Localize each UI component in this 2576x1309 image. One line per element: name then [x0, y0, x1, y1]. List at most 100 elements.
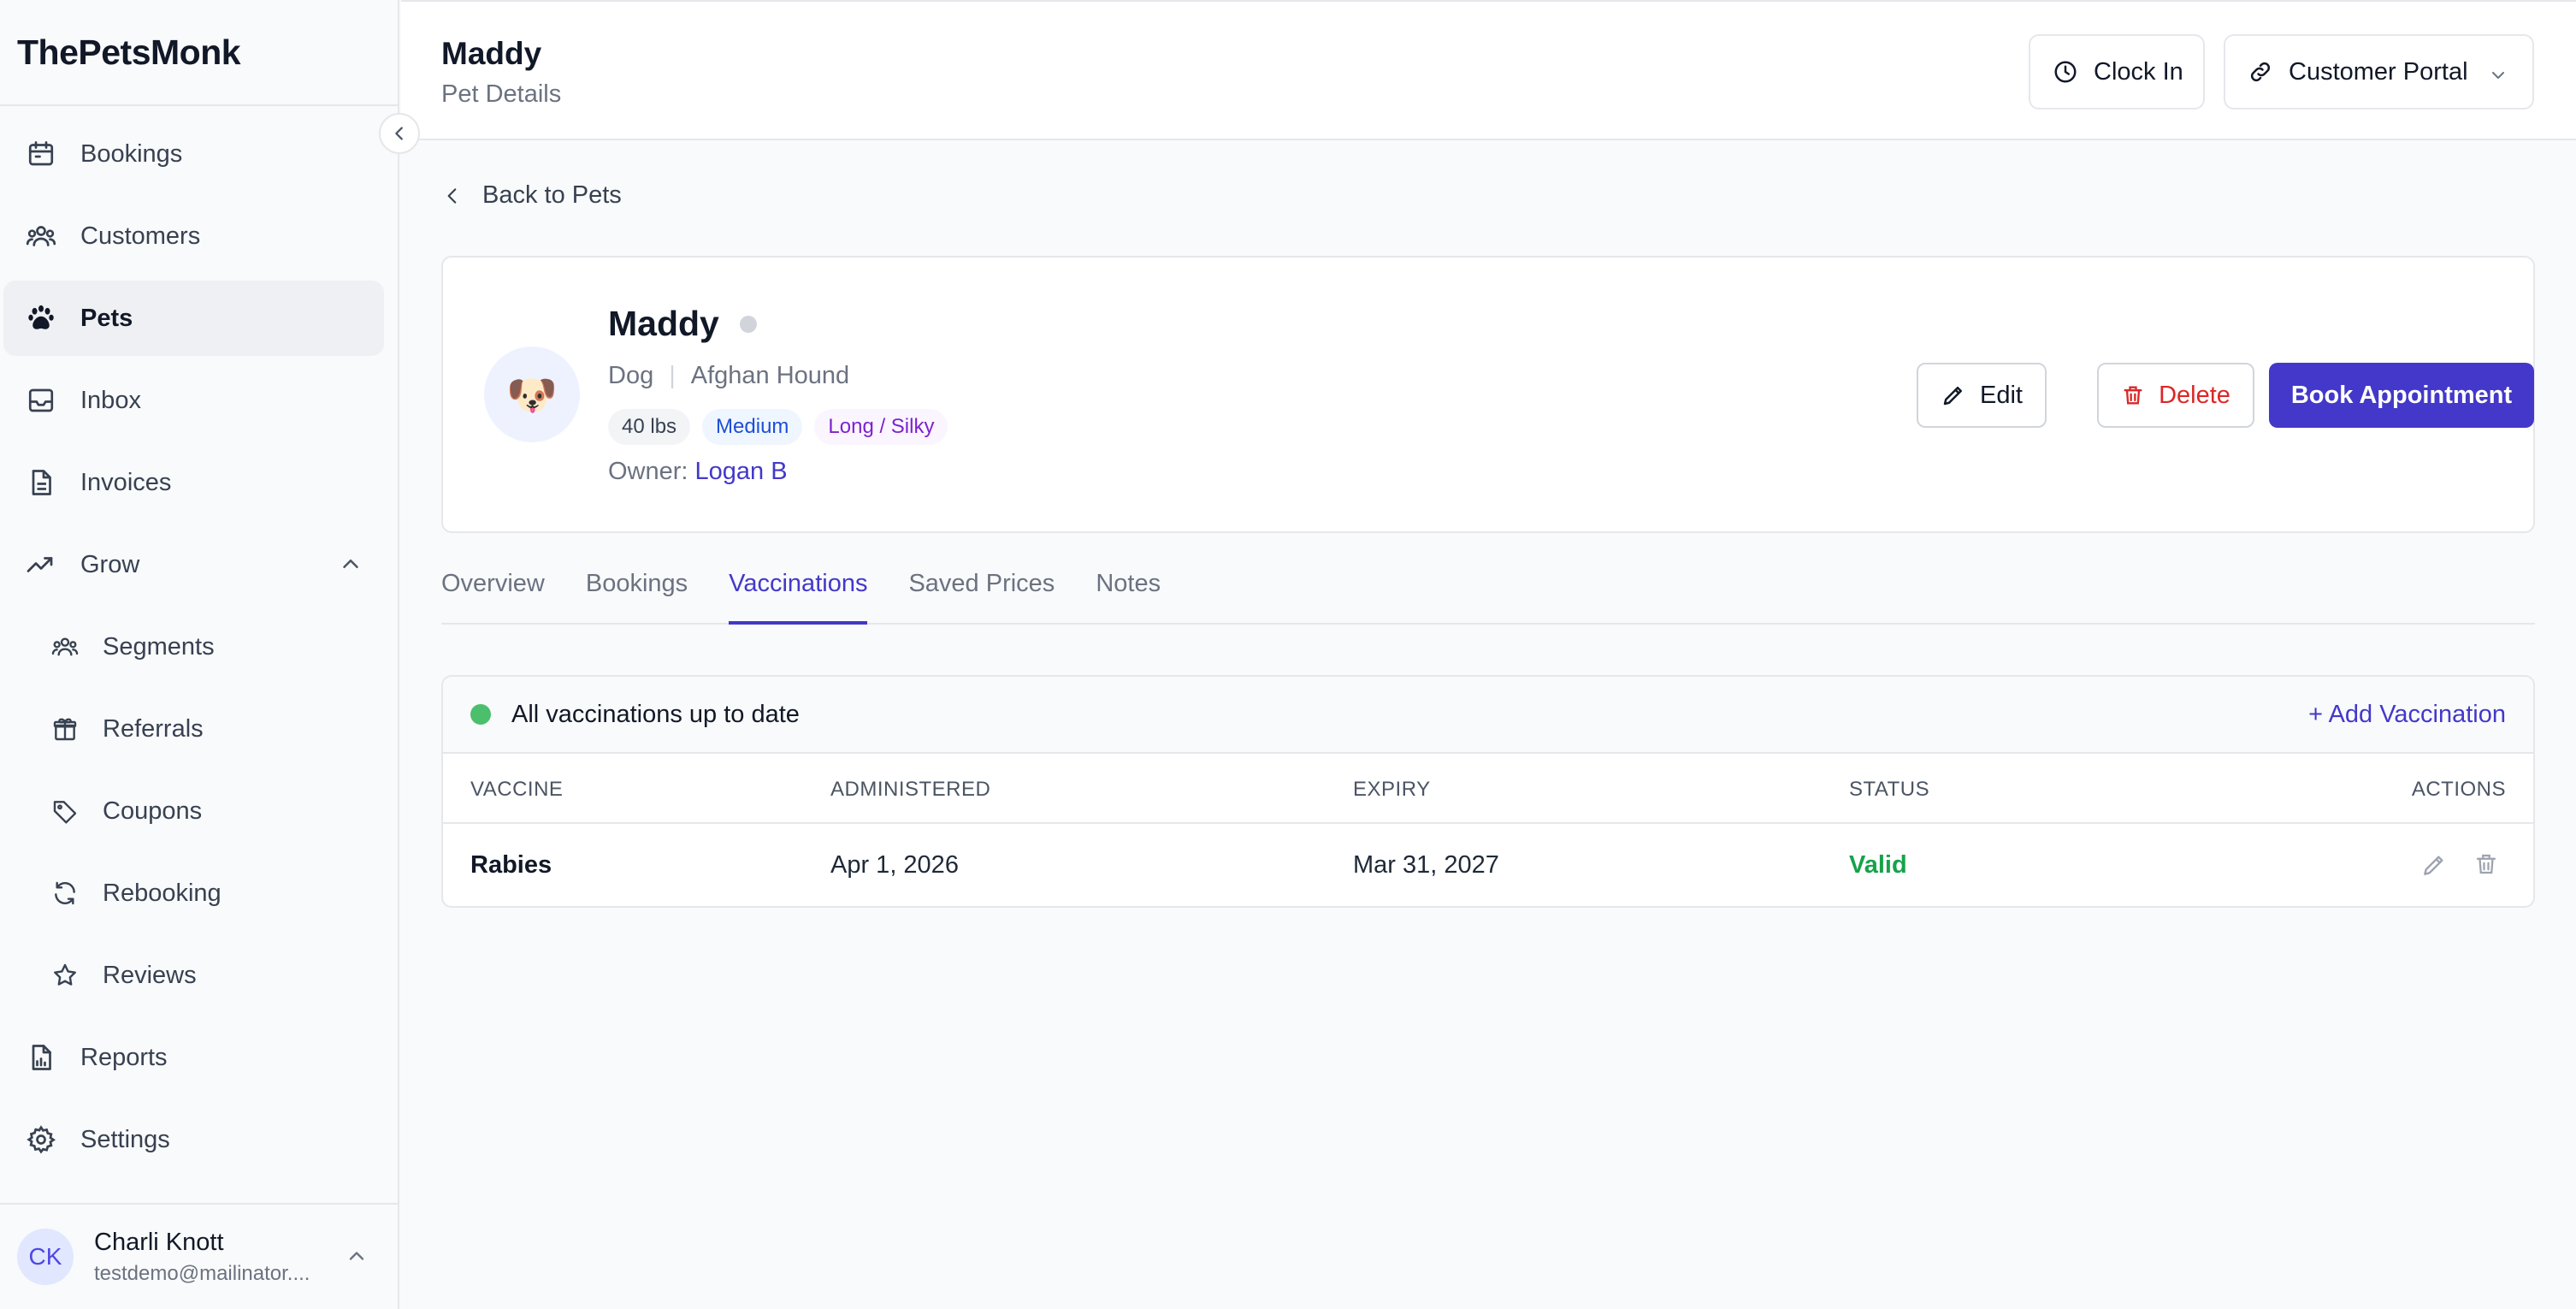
- delete-button[interactable]: Delete: [2097, 363, 2254, 428]
- chevron-down-icon: [2492, 72, 2504, 79]
- pet-summary-card: 🐶 Maddy Dog | Afghan Hound 40 lbs Medium…: [441, 256, 2535, 533]
- delete-row-trash-icon[interactable]: [2473, 851, 2499, 877]
- collapse-sidebar-button[interactable]: [379, 113, 420, 154]
- vaccinations-card: All vaccinations up to date + Add Vaccin…: [441, 675, 2535, 908]
- chevron-left-icon: [395, 127, 403, 140]
- file-icon: [32, 470, 51, 495]
- main-content: Back to Pets 🐶 Maddy Dog | Afghan Hound …: [401, 142, 2576, 1309]
- pet-species: Dog: [608, 362, 654, 389]
- column-header-expiry: EXPIRY: [1353, 778, 1431, 801]
- pet-attributes: 40 lbs Medium Long / Silky: [608, 409, 960, 445]
- weight-badge: 40 lbs: [608, 409, 691, 445]
- administered-date: Apr 1, 2026: [830, 851, 959, 879]
- customer-portal-label: Customer Portal: [2289, 57, 2468, 86]
- sidebar-item-rebooking[interactable]: Rebooking: [3, 856, 384, 931]
- gear-icon: [27, 1125, 56, 1154]
- pet-status-dot: [739, 315, 757, 333]
- column-header-status: STATUS: [1849, 778, 1930, 801]
- tag-icon: [53, 801, 77, 824]
- pet-owner: Owner: Logan B: [608, 458, 788, 486]
- tab-overview[interactable]: Overview: [441, 561, 545, 623]
- vaccine-name: Rabies: [470, 851, 552, 879]
- edit-row-pencil-icon[interactable]: [2420, 851, 2448, 879]
- vaccinations-header: All vaccinations up to date + Add Vaccin…: [443, 677, 2533, 754]
- link-icon: [2250, 62, 2271, 82]
- pet-name-text: Maddy: [608, 304, 719, 343]
- pet-meta: Dog | Afghan Hound: [608, 362, 849, 390]
- users-icon: [26, 226, 56, 246]
- trending-up-icon: [27, 557, 53, 572]
- user-menu[interactable]: CK Charli Knott testdemo@mailinator....: [0, 1203, 398, 1309]
- clock-in-button[interactable]: Clock In: [2029, 34, 2205, 110]
- clock-in-label: Clock In: [2094, 57, 2183, 86]
- sidebar-item-label: Customers: [80, 222, 201, 250]
- sidebar: ThePetsMonk Bookings Customers Pets Inbo…: [0, 0, 420, 1309]
- divider: |: [669, 362, 676, 389]
- vaccination-status-text: All vaccinations up to date: [511, 700, 800, 728]
- avatar: CK: [17, 1229, 74, 1285]
- sidebar-item-settings[interactable]: Settings: [3, 1102, 384, 1177]
- sidebar-item-segments[interactable]: Segments: [3, 609, 384, 684]
- sidebar-item-label: Coupons: [103, 797, 203, 825]
- tab-bookings[interactable]: Bookings: [586, 561, 688, 623]
- page-title: Maddy: [441, 36, 542, 71]
- users-icon: [51, 637, 79, 656]
- chevron-left-icon: [447, 187, 457, 204]
- pencil-icon: [1943, 387, 1962, 406]
- tab-saved-prices[interactable]: Saved Prices: [908, 561, 1055, 623]
- paw-icon: [28, 305, 54, 329]
- gift-icon: [53, 718, 77, 741]
- page-subtitle: Pet Details: [441, 80, 562, 108]
- sidebar-item-bookings[interactable]: Bookings: [3, 116, 384, 192]
- delete-label: Delete: [2159, 381, 2230, 409]
- sidebar-item-invoices[interactable]: Invoices: [3, 445, 384, 520]
- column-header-administered: ADMINISTERED: [830, 778, 991, 801]
- sidebar-item-pets[interactable]: Pets: [3, 281, 384, 356]
- user-name: Charli Knott: [94, 1228, 224, 1256]
- brand-logo[interactable]: ThePetsMonk: [0, 0, 398, 106]
- sidebar-item-label: Reports: [80, 1043, 168, 1071]
- add-vaccination-button[interactable]: + Add Vaccination: [2308, 701, 2506, 729]
- page-header: Maddy Pet Details Clock In Customer Port…: [401, 0, 2576, 140]
- chevron-up-icon: [343, 560, 358, 568]
- report-icon: [32, 1045, 51, 1070]
- sidebar-item-customers[interactable]: Customers: [3, 198, 384, 274]
- tab-vaccinations[interactable]: Vaccinations: [729, 561, 868, 625]
- sidebar-item-label: Grow: [80, 550, 140, 578]
- user-email: testdemo@mailinator....: [94, 1261, 310, 1285]
- sidebar-item-label: Rebooking: [103, 879, 222, 907]
- calendar-icon: [28, 141, 54, 166]
- pet-name: Maddy: [608, 304, 757, 344]
- sidebar-nav: Bookings Customers Pets Inbox Invoices G…: [0, 106, 398, 1177]
- sidebar-item-coupons[interactable]: Coupons: [3, 773, 384, 849]
- back-to-pets-link[interactable]: Back to Pets: [441, 181, 622, 210]
- sidebar-item-referrals[interactable]: Referrals: [3, 691, 384, 767]
- edit-label: Edit: [1980, 381, 2023, 409]
- table-header: VACCINE ADMINISTERED EXPIRY STATUS ACTIO…: [443, 754, 2533, 824]
- refresh-icon: [55, 881, 75, 905]
- sidebar-item-reports[interactable]: Reports: [3, 1020, 384, 1095]
- pet-tabs: Overview Bookings Vaccinations Saved Pri…: [441, 561, 2535, 625]
- sidebar-item-label: Pets: [80, 304, 133, 332]
- tab-notes[interactable]: Notes: [1096, 561, 1161, 623]
- sidebar-item-label: Invoices: [80, 468, 172, 496]
- edit-button[interactable]: Edit: [1917, 363, 2047, 428]
- sidebar-item-grow[interactable]: Grow: [3, 527, 384, 602]
- status-indicator: [470, 704, 491, 725]
- pet-avatar: 🐶: [484, 346, 580, 442]
- trash-icon: [2124, 386, 2142, 405]
- sidebar-item-label: Settings: [80, 1125, 170, 1153]
- coat-badge: Long / Silky: [814, 409, 948, 445]
- sidebar-item-inbox[interactable]: Inbox: [3, 363, 384, 438]
- customer-portal-dropdown[interactable]: Customer Portal: [2224, 34, 2534, 110]
- sidebar-item-label: Reviews: [103, 961, 197, 989]
- sidebar-item-label: Segments: [103, 632, 215, 660]
- table-row: Rabies Apr 1, 2026 Mar 31, 2027 Valid: [443, 824, 2533, 906]
- inbox-icon: [28, 388, 54, 412]
- clock-icon: [2054, 61, 2077, 83]
- book-appointment-button[interactable]: Book Appointment: [2269, 363, 2534, 428]
- sidebar-item-reviews[interactable]: Reviews: [3, 938, 384, 1013]
- sidebar-item-label: Referrals: [103, 714, 204, 743]
- back-label: Back to Pets: [482, 181, 622, 209]
- owner-link[interactable]: Logan B: [695, 458, 788, 485]
